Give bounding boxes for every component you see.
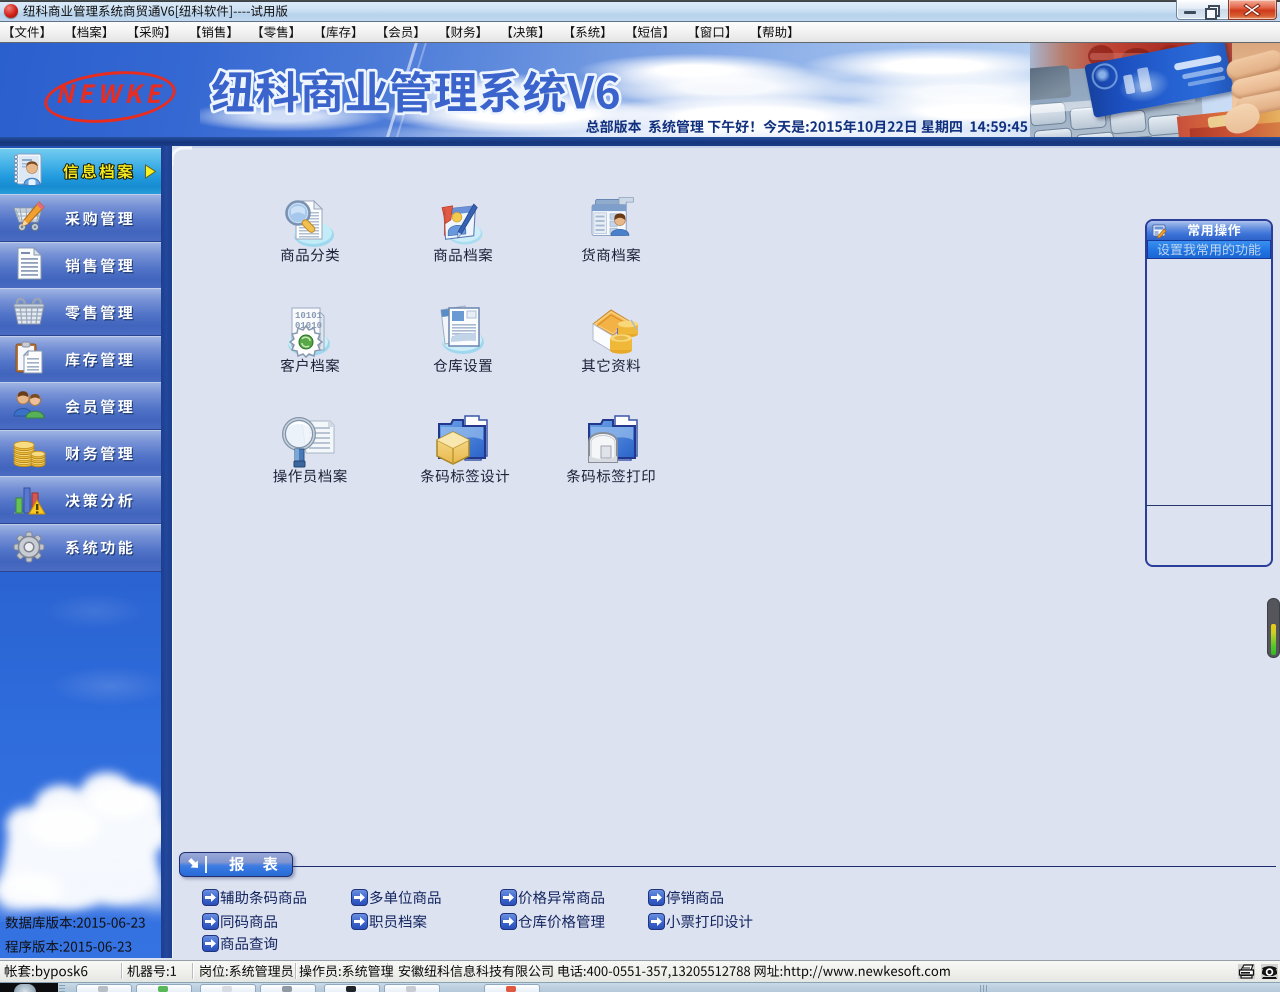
svg-text:10101: 10101 — [295, 311, 323, 321]
